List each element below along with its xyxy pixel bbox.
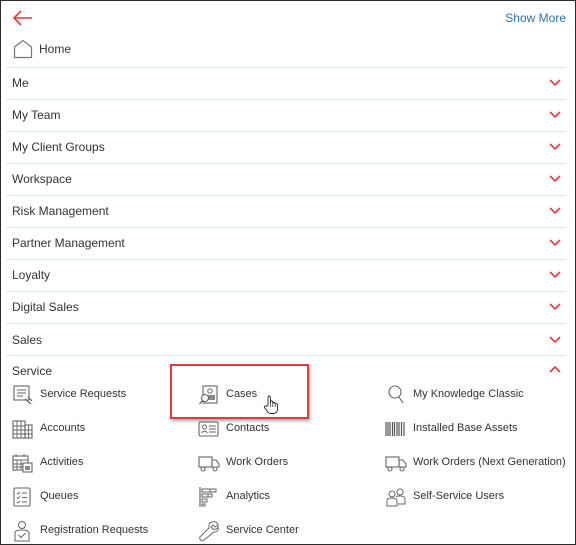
chevron-down-icon: [549, 336, 561, 344]
section-label: Risk Management: [12, 204, 109, 218]
truck-icon: [385, 456, 407, 472]
item-label: Contacts: [226, 422, 270, 434]
section-digital-sales[interactable]: Digital Sales: [1, 291, 575, 323]
item-label: Work Orders (Next Generation): [413, 456, 566, 468]
section-my-client-groups[interactable]: My Client Groups: [1, 131, 575, 163]
service-item-self-service-users[interactable]: Self-Service Users: [385, 484, 565, 510]
barcode-icon: [385, 422, 405, 436]
contact-card-icon: [198, 421, 219, 437]
item-label: Self-Service Users: [413, 490, 505, 502]
chevron-down-icon: [549, 207, 561, 215]
service-item-analytics[interactable]: Analytics: [198, 484, 348, 510]
section-risk-management[interactable]: Risk Management: [1, 195, 575, 227]
analytics-icon: [199, 487, 217, 507]
back-button[interactable]: [12, 9, 34, 27]
calendar-icon: [12, 454, 33, 473]
section-label: Workspace: [12, 172, 72, 186]
service-item-work-orders[interactable]: Work Orders: [198, 450, 348, 476]
service-item-queues[interactable]: Queues: [12, 484, 162, 510]
search-icon: [388, 385, 404, 404]
section-me[interactable]: Me: [1, 67, 575, 99]
service-item-registration-requests[interactable]: Registration Requests: [12, 518, 182, 544]
section-label: Sales: [12, 333, 43, 347]
service-item-service-center[interactable]: Service Center: [198, 518, 348, 544]
section-label: My Client Groups: [12, 140, 105, 154]
item-label: Analytics: [226, 490, 271, 502]
home-label: Home: [39, 42, 72, 56]
service-item-work-orders-next-generation[interactable]: Work Orders (Next Generation): [385, 450, 575, 476]
registration-icon: [14, 521, 30, 542]
navigator-panel: Show More Home Me My Team My Client Grou…: [0, 0, 576, 545]
building-icon: [12, 420, 33, 439]
section-label: Service: [12, 364, 53, 378]
chevron-down-icon: [549, 271, 561, 279]
cases-icon: [199, 385, 218, 405]
service-item-contacts[interactable]: Contacts: [198, 416, 348, 442]
top-bar: Show More: [1, 1, 575, 35]
section-sales[interactable]: Sales: [1, 324, 575, 356]
section-label: Digital Sales: [12, 300, 79, 314]
item-label: Registration Requests: [40, 524, 149, 536]
service-item-installed-base-assets[interactable]: Installed Base Assets: [385, 416, 565, 442]
item-label: Service Center: [226, 524, 299, 536]
users-icon: [386, 488, 406, 507]
item-label: Installed Base Assets: [413, 422, 518, 434]
section-partner-management[interactable]: Partner Management: [1, 227, 575, 259]
service-item-service-requests[interactable]: Service Requests: [12, 382, 162, 408]
section-workspace[interactable]: Workspace: [1, 163, 575, 195]
service-item-my-knowledge-classic[interactable]: My Knowledge Classic: [385, 382, 565, 408]
item-label: Work Orders: [226, 456, 289, 468]
section-label: Me: [12, 76, 29, 90]
home-icon: [13, 39, 33, 59]
chevron-down-icon: [549, 111, 561, 119]
item-label: Queues: [40, 490, 79, 502]
chevron-down-icon: [549, 79, 561, 87]
chevron-down-icon: [549, 239, 561, 247]
truck-icon: [198, 456, 220, 472]
item-label: Cases: [226, 388, 258, 400]
item-label: Activities: [40, 456, 84, 468]
section-label: Loyalty: [12, 268, 51, 282]
section-loyalty[interactable]: Loyalty: [1, 259, 575, 291]
section-label: Partner Management: [12, 236, 125, 250]
chevron-down-icon: [549, 303, 561, 311]
item-label: My Knowledge Classic: [413, 388, 524, 400]
item-label: Service Requests: [40, 388, 127, 400]
service-item-activities[interactable]: Activities: [12, 450, 162, 476]
arrow-left-icon: [12, 10, 32, 26]
item-label: Accounts: [40, 422, 86, 434]
service-item-accounts[interactable]: Accounts: [12, 416, 162, 442]
chevron-down-icon: [549, 175, 561, 183]
checklist-icon: [13, 487, 31, 507]
wrench-icon: [199, 521, 219, 542]
chevron-up-icon: [549, 365, 561, 373]
show-more-link[interactable]: Show More: [505, 11, 566, 25]
service-item-cases[interactable]: Cases: [198, 382, 298, 408]
section-label: My Team: [12, 108, 61, 122]
section-my-team[interactable]: My Team: [1, 99, 575, 131]
home-item[interactable]: Home: [1, 35, 575, 67]
service-request-icon: [13, 385, 33, 405]
chevron-down-icon: [549, 143, 561, 151]
